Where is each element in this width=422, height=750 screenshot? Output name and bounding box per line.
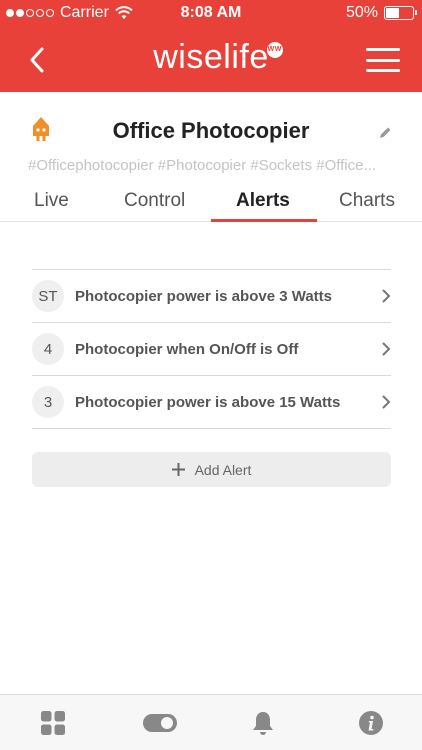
active-tab-indicator: [211, 219, 317, 222]
app-logo: wiselife WW: [0, 38, 422, 77]
bell-icon: [253, 712, 273, 735]
device-tags: #Officephotocopier #Photocopier #Sockets…: [28, 157, 376, 174]
alerts-list: ST Photocopier power is above 3 Watts 4 …: [32, 269, 391, 429]
chevron-right-icon: [382, 289, 391, 303]
alert-badge: 3: [32, 386, 64, 418]
tab-control[interactable]: Control: [124, 190, 185, 212]
add-alert-button[interactable]: Add Alert: [32, 452, 391, 487]
nav-bar: wiselife WW: [0, 28, 422, 92]
tab-live[interactable]: Live: [34, 190, 69, 212]
add-alert-label: Add Alert: [194, 461, 252, 478]
device-title: Office Photocopier: [112, 118, 310, 143]
hamburger-menu-icon: [366, 48, 400, 51]
menu-button[interactable]: [366, 48, 400, 72]
alerts-tab[interactable]: [249, 709, 277, 737]
alert-row[interactable]: 3 Photocopier power is above 15 Watts: [32, 376, 391, 429]
chevron-right-icon: [382, 342, 391, 356]
dashboard-tab[interactable]: [39, 709, 67, 737]
info-tab[interactable]: [357, 709, 385, 737]
status-right: 50%: [345, 4, 417, 22]
alert-row[interactable]: 4 Photocopier when On/Off is Off: [32, 323, 391, 376]
grid-icon: [41, 711, 65, 735]
alert-badge: 4: [32, 333, 64, 365]
alert-text: Photocopier power is above 3 Watts: [75, 287, 332, 305]
alert-text: Photocopier power is above 15 Watts: [75, 393, 341, 411]
tab-alerts[interactable]: Alerts: [236, 190, 290, 212]
logo-badge: WW: [266, 42, 283, 58]
chevron-right-icon: [382, 395, 391, 409]
status-bar: Carrier 8:08 AM 50%: [0, 0, 422, 28]
logo-text: wiselife: [153, 38, 269, 76]
battery-icon: [384, 6, 417, 20]
tab-charts[interactable]: Charts: [339, 190, 395, 212]
plus-icon: [171, 463, 185, 476]
pencil-icon[interactable]: [378, 126, 392, 140]
tab-bar: Live Control Alerts Charts: [0, 182, 422, 222]
device-header: Office Photocopier #Officephotocopier #P…: [0, 92, 422, 182]
alert-row[interactable]: ST Photocopier power is above 3 Watts: [32, 270, 391, 323]
bottom-tab-bar: [0, 694, 422, 750]
alert-badge: ST: [32, 280, 64, 312]
controls-tab[interactable]: [141, 709, 179, 737]
toggle-icon: [143, 714, 177, 732]
battery-percent: 50%: [345, 4, 378, 21]
alert-text: Photocopier when On/Off is Off: [75, 340, 299, 358]
info-icon: [359, 711, 383, 735]
